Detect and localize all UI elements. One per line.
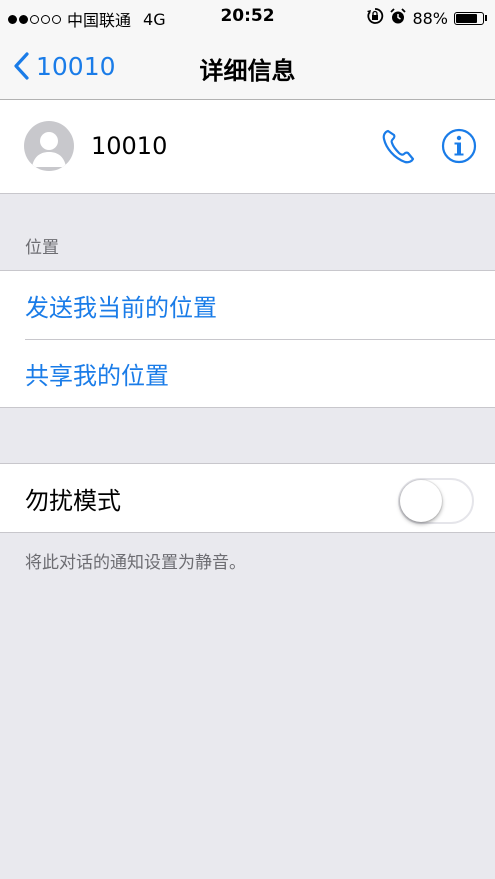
battery-cap <box>485 15 487 21</box>
send-current-location-button[interactable]: 发送我当前的位置 <box>0 271 495 339</box>
dnd-group: 勿扰模式 <box>0 463 495 533</box>
contact-row[interactable]: 10010 <box>0 100 495 194</box>
alarm-icon <box>390 7 407 29</box>
info-icon <box>441 128 477 164</box>
location-group: 发送我当前的位置 共享我的位置 <box>0 270 495 408</box>
dnd-label: 勿扰模式 <box>25 486 121 515</box>
page-title: 详细信息 <box>199 57 296 85</box>
dnd-footer-note: 将此对话的通知设置为静音。 <box>25 553 246 573</box>
share-my-location-button[interactable]: 共享我的位置 <box>0 339 495 407</box>
contact-name: 10010 <box>91 132 168 160</box>
battery-fill <box>456 13 477 23</box>
rotation-lock-icon <box>366 7 384 29</box>
phone-button[interactable] <box>380 128 418 170</box>
phone-icon <box>382 129 415 164</box>
status-right: 88% <box>366 7 487 29</box>
dnd-toggle[interactable] <box>398 478 474 524</box>
person-icon <box>32 132 66 167</box>
navigation-bar: 10010 详细信息 <box>0 34 495 100</box>
battery-icon <box>454 11 484 25</box>
location-section-header: 位置 <box>25 238 59 258</box>
dnd-row: 勿扰模式 <box>0 464 495 532</box>
battery-percent: 88% <box>412 8 448 28</box>
info-button[interactable] <box>441 128 477 168</box>
toggle-knob <box>400 480 442 522</box>
status-bar: 中国联通 4G 20:52 88% <box>0 0 495 34</box>
avatar <box>24 121 74 171</box>
